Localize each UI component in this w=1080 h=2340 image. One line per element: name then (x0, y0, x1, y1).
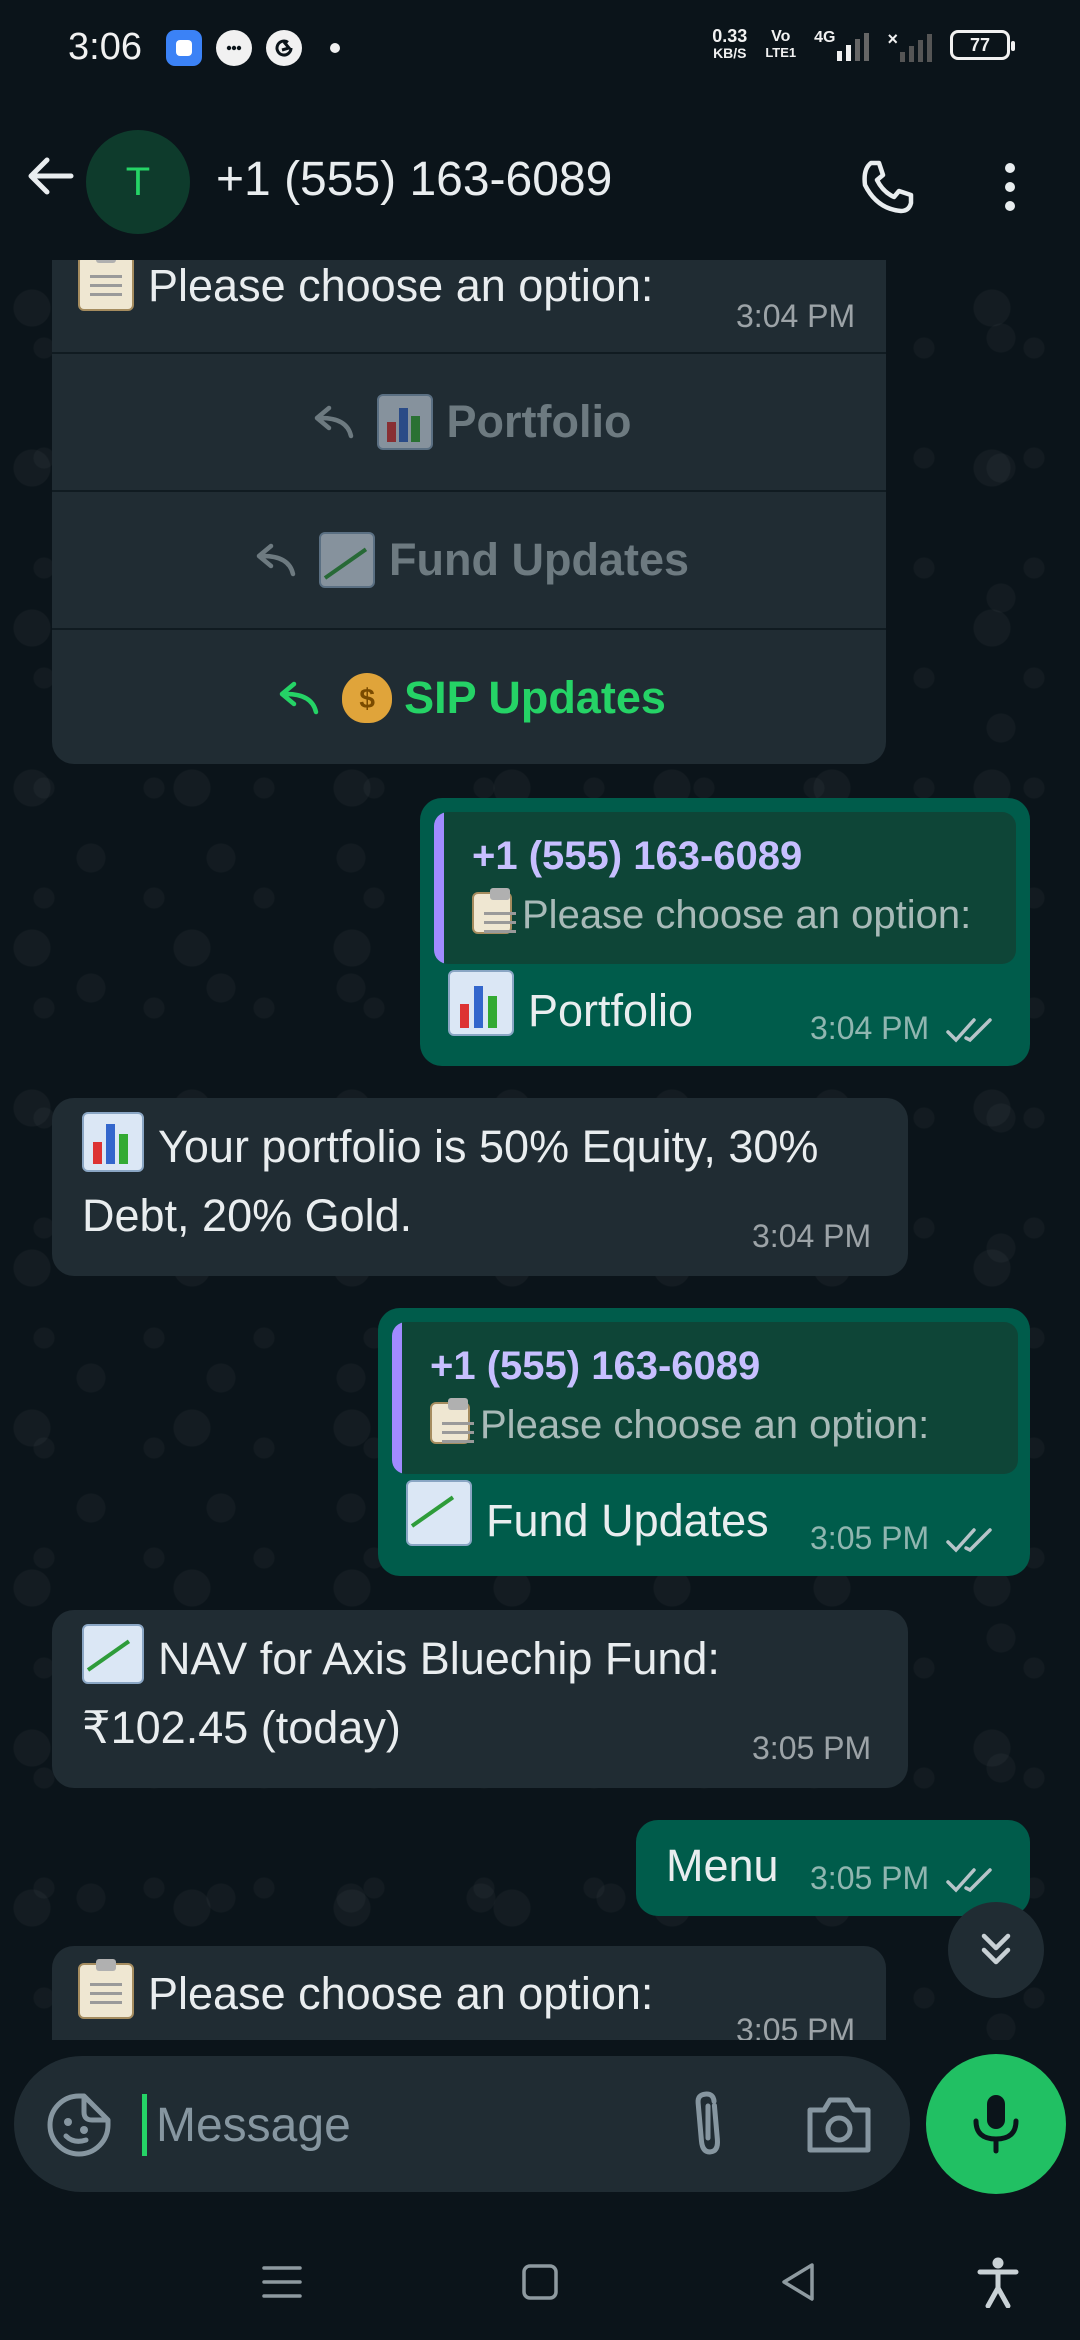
quoted-sender: +1 (555) 163-6089 (430, 1344, 761, 1388)
incoming-message[interactable]: Your portfolio is 50% Equity, 30% Debt, … (52, 1098, 908, 1276)
message-time: 3:05 PM (810, 1520, 996, 1557)
message-time: 3:04 PM (736, 298, 856, 334)
option-label: SIP Updates (404, 672, 666, 723)
contact-name[interactable]: +1 (555) 163-6089 (216, 152, 612, 207)
message-text-line2: ₹102.45 (today) (82, 1702, 401, 1753)
triangle-back-icon (782, 2263, 814, 2301)
outgoing-message[interactable]: Menu 3:05 PM (636, 1820, 1030, 1916)
volte-indicator: Vo LTE1 (765, 28, 797, 61)
scroll-to-bottom-button[interactable] (948, 1902, 1044, 1998)
reply-icon (279, 681, 319, 715)
text-cursor (142, 2094, 147, 2156)
message-input[interactable] (156, 2090, 636, 2160)
money-bag-icon (342, 673, 393, 723)
chevrons-down-icon (981, 1933, 1011, 1965)
reply-icon (314, 405, 353, 439)
more-notifications-dot (330, 43, 340, 53)
recents-button[interactable] (254, 2254, 310, 2310)
double-check-icon (946, 1017, 992, 1043)
chat-notification-icon (216, 30, 252, 66)
message-text: NAV for Axis Bluechip Fund: (158, 1633, 720, 1684)
bar-chart-icon (376, 394, 433, 450)
phone-icon (862, 160, 914, 214)
call-button[interactable] (852, 152, 922, 222)
message-time: 3:05 PM (752, 1730, 872, 1766)
outgoing-message[interactable]: +1 (555) 163-6089 Please choose an optio… (420, 798, 1030, 1066)
message-time: 3:04 PM (752, 1218, 872, 1254)
message-text: Portfolio (528, 985, 694, 1036)
network-speed: 0.33 KB/S (712, 26, 748, 61)
clipboard-icon (78, 260, 134, 311)
composer (14, 2056, 910, 2192)
double-check-icon (946, 1527, 992, 1553)
app-notification-icon (166, 30, 202, 66)
system-indicators: 0.33 KB/S Vo LTE1 4G × 77 (712, 26, 1015, 62)
message-text-line2: Debt, 20% Gold. (82, 1190, 413, 1241)
sync-notification-icon (266, 30, 302, 66)
message-time: 3:05 PM (810, 1860, 996, 1897)
menu-lines-icon (262, 2266, 302, 2298)
message-text: Please choose an option: (148, 1968, 654, 2019)
status-bar: 3:06 0.33 KB/S Vo LTE1 4G × 77 (0, 0, 1080, 100)
clipboard-icon (78, 1959, 134, 2019)
home-button[interactable] (512, 2254, 568, 2310)
option-label: Fund Updates (389, 534, 689, 585)
option-portfolio[interactable]: Portfolio (52, 352, 886, 490)
quoted-sender: +1 (555) 163-6089 (472, 834, 803, 878)
notification-icons (166, 30, 340, 66)
chart-increasing-icon (82, 1624, 144, 1684)
outgoing-message[interactable]: +1 (555) 163-6089 Please choose an optio… (378, 1308, 1030, 1576)
reply-icon (256, 543, 296, 577)
square-icon (522, 2264, 558, 2300)
camera-button[interactable] (804, 2092, 874, 2158)
sticker-button[interactable] (44, 2090, 114, 2160)
more-vertical-icon (1005, 163, 1015, 173)
incoming-message[interactable]: Please choose an option: 3:05 PM (52, 1946, 886, 2040)
quoted-text: Please choose an option: (472, 888, 971, 938)
back-nav-button[interactable] (770, 2254, 826, 2310)
sticker-icon (47, 2093, 111, 2157)
message-text: Your portfolio is 50% Equity, 30% (158, 1121, 819, 1172)
battery-icon: 77 (950, 30, 1015, 60)
bar-chart-icon (448, 970, 514, 1036)
chat-header: T +1 (555) 163-6089 (0, 100, 1080, 260)
chat-messages[interactable]: Please choose an option: 3:04 PM Portfol… (0, 260, 1080, 2040)
message-text: Menu (666, 1840, 779, 1891)
quoted-message[interactable]: +1 (555) 163-6089 Please choose an optio… (392, 1322, 1018, 1474)
accessibility-icon (977, 2257, 1019, 2308)
option-sip-updates[interactable]: SIP Updates (52, 628, 886, 766)
signal-sim2-icon: × (887, 29, 932, 62)
accessibility-button[interactable] (970, 2254, 1026, 2310)
avatar[interactable]: T (86, 130, 190, 234)
status-time: 3:06 (68, 26, 142, 68)
voice-record-button[interactable] (926, 2054, 1066, 2194)
mic-icon (973, 2095, 1019, 2154)
back-button[interactable] (20, 146, 80, 206)
chart-increasing-icon (406, 1480, 472, 1546)
paperclip-icon (695, 2091, 720, 2155)
clipboard-icon (472, 888, 516, 934)
chart-increasing-icon (319, 532, 375, 588)
message-time: 3:05 PM (736, 2012, 856, 2040)
system-nav-bar (0, 2220, 1080, 2340)
more-options-button[interactable] (990, 152, 1030, 222)
quoted-message[interactable]: +1 (555) 163-6089 Please choose an optio… (434, 812, 1016, 964)
double-check-icon (946, 1867, 992, 1893)
clipboard-icon (430, 1398, 474, 1444)
message-text: Please choose an option: (148, 260, 654, 311)
incoming-message[interactable]: NAV for Axis Bluechip Fund: ₹102.45 (tod… (52, 1610, 908, 1788)
attach-button[interactable] (674, 2088, 744, 2160)
bar-chart-icon (82, 1112, 144, 1172)
option-fund-updates[interactable]: Fund Updates (52, 490, 886, 628)
camera-icon (807, 2097, 871, 2153)
options-message: Please choose an option: 3:04 PM Portfol… (52, 260, 886, 764)
message-text: Fund Updates (486, 1495, 769, 1546)
option-label: Portfolio (446, 396, 632, 447)
message-time: 3:04 PM (810, 1010, 996, 1047)
arrow-left-icon (28, 157, 74, 195)
signal-4g-icon: 4G (814, 29, 870, 61)
quoted-text: Please choose an option: (430, 1398, 929, 1448)
